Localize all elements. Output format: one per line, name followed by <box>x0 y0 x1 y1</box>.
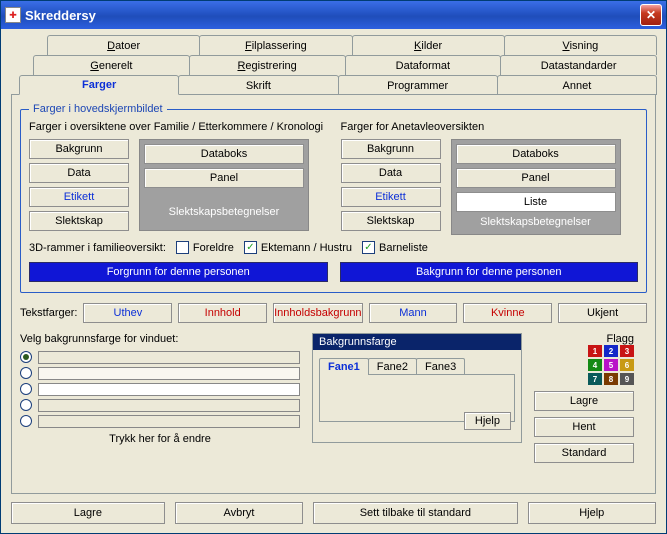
btn-forgrunn-person[interactable]: Forgrunn for denne personen <box>29 262 328 282</box>
preview-hjelp-button[interactable]: Hjelp <box>464 412 511 430</box>
tab-annet[interactable]: Annet <box>497 75 657 95</box>
radio-option-3[interactable] <box>20 381 300 397</box>
radio-icon <box>20 351 32 363</box>
btn-lagre[interactable]: Lagre <box>11 502 165 524</box>
color-swatch <box>38 351 300 364</box>
tab-programmer[interactable]: Programmer <box>338 75 498 95</box>
tab-datastandarder[interactable]: Datastandarder <box>500 55 657 75</box>
label-trykk-endre: Trykk her for å endre <box>20 433 300 445</box>
btn-panel-left[interactable]: Panel <box>144 168 304 188</box>
bg-color-selector: Velg bakgrunnsfarge for vinduet: Trykk h… <box>20 333 300 463</box>
btn-liste-right[interactable]: Liste <box>456 192 616 212</box>
checkbox-icon: ✓ <box>244 241 257 254</box>
btn-avbryt[interactable]: Avbryt <box>175 502 303 524</box>
flagg-cell[interactable]: 3 <box>620 345 634 357</box>
btn-panel-right[interactable]: Panel <box>456 168 616 188</box>
btn-ukjent[interactable]: Ukjent <box>558 303 647 323</box>
window: ✚ Skreddersy ✕ Datoer Filplassering Kild… <box>0 0 667 534</box>
right-preview-panel: Databoks Panel Liste Slektskapsbetegnels… <box>451 139 621 235</box>
radio-icon <box>20 415 32 427</box>
preview-tab-1[interactable]: Fane1 <box>319 358 369 375</box>
btn-innhold[interactable]: Innhold <box>178 303 267 323</box>
color-swatch <box>38 383 300 396</box>
btn-uthev[interactable]: Uthev <box>83 303 172 323</box>
label-velg-bakgrunn: Velg bakgrunnsfarge for vinduet: <box>20 333 300 345</box>
tab-farger[interactable]: Farger <box>19 75 179 95</box>
btn-bakgrunn-right[interactable]: Bakgrunn <box>341 139 441 159</box>
btn-databoks-left[interactable]: Databoks <box>144 144 304 164</box>
flagg-cell[interactable]: 7 <box>588 373 602 385</box>
btn-hent-side[interactable]: Hent <box>534 417 634 437</box>
btn-standard-side[interactable]: Standard <box>534 443 634 463</box>
flagg-cell[interactable]: 9 <box>620 373 634 385</box>
check-barneliste[interactable]: ✓ Barneliste <box>362 241 428 254</box>
tab-kilder[interactable]: Kilder <box>352 35 505 55</box>
tab-datoer[interactable]: Datoer <box>47 35 200 55</box>
flagg-cell[interactable]: 8 <box>604 373 618 385</box>
tab-visning[interactable]: Visning <box>504 35 657 55</box>
flagg-cell[interactable]: 4 <box>588 359 602 371</box>
content: Datoer Filplassering Kilder Visning Gene… <box>1 29 666 533</box>
tab-generelt[interactable]: Generelt <box>33 55 190 75</box>
radio-option-2[interactable] <box>20 365 300 381</box>
label-slektskapsbetegnelser-right: Slektskapsbetegnelser <box>456 216 616 228</box>
btn-mann[interactable]: Mann <box>369 303 458 323</box>
left-header: Farger i oversiktene over Familie / Ette… <box>29 121 327 133</box>
checkbox-icon <box>176 241 189 254</box>
flagg-cell[interactable]: 1 <box>588 345 602 357</box>
btn-hjelp[interactable]: Hjelp <box>528 502 656 524</box>
preview-tab-2[interactable]: Fane2 <box>368 358 417 375</box>
btn-etikett-right[interactable]: Etikett <box>341 187 441 207</box>
btn-innholdsbakgrunn[interactable]: Innholdsbakgrunn <box>273 303 362 323</box>
flagg-cell[interactable]: 2 <box>604 345 618 357</box>
btn-bakgrunn-left[interactable]: Bakgrunn <box>29 139 129 159</box>
btn-sett-standard[interactable]: Sett tilbake til standard <box>313 502 517 524</box>
tab-panel-farger: Farger i hovedskjermbildet Farger i over… <box>11 94 656 494</box>
tab-filplassering[interactable]: Filplassering <box>199 35 352 55</box>
radio-option-1[interactable] <box>20 349 300 365</box>
label-3d-rammer: 3D-rammer i familieoversikt: <box>29 242 166 254</box>
color-swatch <box>38 367 300 380</box>
radio-icon <box>20 383 32 395</box>
group-legend: Farger i hovedskjermbildet <box>29 103 167 115</box>
btn-databoks-right[interactable]: Databoks <box>456 144 616 164</box>
color-swatch <box>38 415 300 428</box>
label-slektskapsbetegnelser-left: Slektskapsbetegnelser <box>144 206 304 218</box>
radio-option-5[interactable] <box>20 413 300 429</box>
tab-dataformat[interactable]: Dataformat <box>345 55 502 75</box>
flagg-cell[interactable]: 6 <box>620 359 634 371</box>
btn-lagre-side[interactable]: Lagre <box>534 391 634 411</box>
btn-data-left[interactable]: Data <box>29 163 129 183</box>
btn-bakgrunn-person[interactable]: Bakgrunn for denne personen <box>340 262 639 282</box>
btn-slektskap-left[interactable]: Slektskap <box>29 211 129 231</box>
group-hovedskjerm: Farger i hovedskjermbildet Farger i over… <box>20 103 647 293</box>
btn-etikett-left[interactable]: Etikett <box>29 187 129 207</box>
titlebar: ✚ Skreddersy ✕ <box>1 1 666 29</box>
close-button[interactable]: ✕ <box>640 4 662 26</box>
label-tekstfarger: Tekstfarger: <box>20 307 77 319</box>
tab-skrift[interactable]: Skrift <box>178 75 338 95</box>
preview-title: Bakgrunnsfarge <box>313 334 521 350</box>
right-header: Farger for Anetavleoversikten <box>341 121 639 133</box>
radio-icon <box>20 367 32 379</box>
checkbox-icon: ✓ <box>362 241 375 254</box>
check-ektemann[interactable]: ✓ Ektemann / Hustru <box>244 241 352 254</box>
window-title: Skreddersy <box>25 8 640 23</box>
preview-window: Bakgrunnsfarge Fane1 Fane2 Fane3 Hjelp <box>312 333 522 443</box>
flagg-cell[interactable]: 5 <box>604 359 618 371</box>
label-flagg: Flagg <box>534 333 634 345</box>
app-icon: ✚ <box>5 7 21 23</box>
flagg-grid[interactable]: 1 2 3 4 5 6 7 8 9 <box>534 345 634 385</box>
color-swatch <box>38 399 300 412</box>
left-preview-panel: Databoks Panel Slektskapsbetegnelser <box>139 139 309 231</box>
btn-data-right[interactable]: Data <box>341 163 441 183</box>
btn-kvinne[interactable]: Kvinne <box>463 303 552 323</box>
tab-registrering[interactable]: Registrering <box>189 55 346 75</box>
btn-slektskap-right[interactable]: Slektskap <box>341 211 441 231</box>
radio-option-4[interactable] <box>20 397 300 413</box>
radio-icon <box>20 399 32 411</box>
tab-stack: Datoer Filplassering Kilder Visning Gene… <box>11 35 656 494</box>
preview-tab-3[interactable]: Fane3 <box>416 358 465 375</box>
check-foreldre[interactable]: Foreldre <box>176 241 234 254</box>
